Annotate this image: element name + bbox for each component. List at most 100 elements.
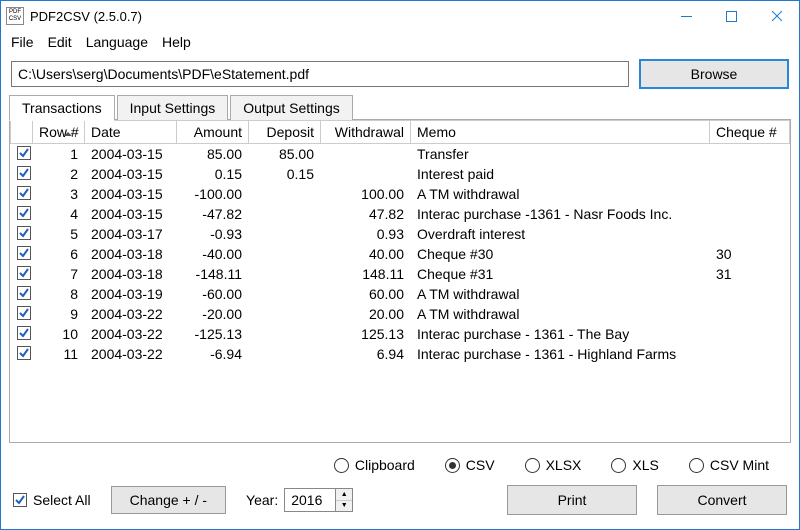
cell-deposit: 0.15: [249, 164, 321, 184]
select-all-checkbox[interactable]: Select All: [13, 492, 91, 508]
cell-withdrawal: [321, 144, 411, 165]
year-up-icon[interactable]: ▲: [336, 489, 352, 501]
cell-cheque: [710, 344, 790, 364]
row-checkbox[interactable]: [17, 266, 31, 280]
print-button[interactable]: Print: [507, 485, 637, 515]
menu-edit[interactable]: Edit: [42, 32, 78, 52]
row-checkbox[interactable]: [17, 346, 31, 360]
cell-amount: -148.11: [177, 264, 249, 284]
cell-row: 4: [33, 204, 85, 224]
cell-cheque: [710, 164, 790, 184]
row-checkbox[interactable]: [17, 186, 31, 200]
format-radio-group: Clipboard CSV XLSX XLS CSV Mint: [1, 451, 799, 477]
cell-date: 2004-03-19: [85, 284, 177, 304]
cell-amount: 85.00: [177, 144, 249, 165]
cell-deposit: [249, 344, 321, 364]
cell-memo: A TM withdrawal: [411, 304, 710, 324]
row-checkbox[interactable]: [17, 146, 31, 160]
col-amount[interactable]: Amount: [177, 121, 249, 144]
cell-cheque: [710, 224, 790, 244]
col-memo[interactable]: Memo: [411, 121, 710, 144]
tab-input-settings[interactable]: Input Settings: [117, 95, 229, 120]
table-row[interactable]: 92004-03-22-20.0020.00A TM withdrawal: [11, 304, 790, 324]
table-row[interactable]: 102004-03-22-125.13125.13Interac purchas…: [11, 324, 790, 344]
cell-memo: Overdraft interest: [411, 224, 710, 244]
menu-language[interactable]: Language: [80, 32, 154, 52]
cell-deposit: [249, 204, 321, 224]
cell-row: 1: [33, 144, 85, 165]
cell-deposit: 85.00: [249, 144, 321, 165]
file-path-input[interactable]: [11, 61, 629, 87]
col-cheque[interactable]: Cheque #: [710, 121, 790, 144]
convert-button[interactable]: Convert: [657, 485, 787, 515]
tab-output-settings[interactable]: Output Settings: [230, 95, 353, 120]
bottom-bar: Select All Change + / - Year: ▲ ▼ Print …: [1, 477, 799, 529]
col-check[interactable]: [11, 121, 33, 144]
cell-cheque: 30: [710, 244, 790, 264]
table-row[interactable]: 12004-03-1585.0085.00Transfer: [11, 144, 790, 165]
cell-withdrawal: 60.00: [321, 284, 411, 304]
table-row[interactable]: 32004-03-15-100.00100.00A TM withdrawal: [11, 184, 790, 204]
cell-withdrawal: 6.94: [321, 344, 411, 364]
cell-date: 2004-03-15: [85, 164, 177, 184]
cell-cheque: 31: [710, 264, 790, 284]
row-checkbox[interactable]: [17, 286, 31, 300]
radio-clipboard[interactable]: Clipboard: [334, 457, 415, 473]
browse-button[interactable]: Browse: [639, 59, 789, 89]
minimize-button[interactable]: [664, 1, 709, 31]
table-row[interactable]: 52004-03-17-0.930.93Overdraft interest: [11, 224, 790, 244]
cell-amount: -100.00: [177, 184, 249, 204]
maximize-button[interactable]: [709, 1, 754, 31]
col-deposit[interactable]: Deposit: [249, 121, 321, 144]
cell-date: 2004-03-15: [85, 184, 177, 204]
row-checkbox[interactable]: [17, 306, 31, 320]
radio-xlsx[interactable]: XLSX: [525, 457, 582, 473]
radio-xls[interactable]: XLS: [611, 457, 658, 473]
tab-transactions[interactable]: Transactions: [9, 95, 115, 121]
table-row[interactable]: 82004-03-19-60.0060.00A TM withdrawal: [11, 284, 790, 304]
row-checkbox[interactable]: [17, 246, 31, 260]
menu-help[interactable]: Help: [156, 32, 197, 52]
table-row[interactable]: 42004-03-15-47.8247.82Interac purchase -…: [11, 204, 790, 224]
row-checkbox[interactable]: [17, 166, 31, 180]
year-spinner[interactable]: ▲ ▼: [284, 488, 353, 512]
col-withdrawal[interactable]: Withdrawal: [321, 121, 411, 144]
change-sign-button[interactable]: Change + / -: [111, 486, 226, 514]
window-title: PDF2CSV (2.5.0.7): [30, 9, 142, 24]
year-input[interactable]: [285, 489, 335, 511]
cell-date: 2004-03-15: [85, 204, 177, 224]
cell-withdrawal: 125.13: [321, 324, 411, 344]
cell-amount: -60.00: [177, 284, 249, 304]
cell-amount: -0.93: [177, 224, 249, 244]
menubar: File Edit Language Help: [1, 31, 799, 53]
table-row[interactable]: 22004-03-150.150.15Interest paid: [11, 164, 790, 184]
table-row[interactable]: 72004-03-18-148.11148.11Cheque #3131: [11, 264, 790, 284]
radio-csvmint[interactable]: CSV Mint: [689, 457, 769, 473]
cell-cheque: [710, 204, 790, 224]
cell-date: 2004-03-22: [85, 344, 177, 364]
radio-csv[interactable]: CSV: [445, 457, 495, 473]
menu-file[interactable]: File: [5, 32, 40, 52]
cell-withdrawal: 100.00: [321, 184, 411, 204]
year-down-icon[interactable]: ▼: [336, 501, 352, 512]
cell-date: 2004-03-22: [85, 304, 177, 324]
col-row[interactable]: Row #: [33, 121, 85, 144]
row-checkbox[interactable]: [17, 206, 31, 220]
row-checkbox[interactable]: [17, 226, 31, 240]
cell-amount: -20.00: [177, 304, 249, 324]
cell-row: 5: [33, 224, 85, 244]
cell-memo: Interac purchase -1361 - Nasr Foods Inc.: [411, 204, 710, 224]
cell-withdrawal: 40.00: [321, 244, 411, 264]
cell-date: 2004-03-22: [85, 324, 177, 344]
year-label: Year:: [246, 492, 278, 508]
close-button[interactable]: [754, 1, 799, 31]
cell-row: 2: [33, 164, 85, 184]
table-row[interactable]: 62004-03-18-40.0040.00Cheque #3030: [11, 244, 790, 264]
tab-strip: Transactions Input Settings Output Setti…: [1, 95, 799, 120]
col-date[interactable]: Date: [85, 121, 177, 144]
file-row: Browse: [1, 53, 799, 95]
table-row[interactable]: 112004-03-22-6.946.94Interac purchase - …: [11, 344, 790, 364]
row-checkbox[interactable]: [17, 326, 31, 340]
cell-memo: Interac purchase - 1361 - Highland Farms: [411, 344, 710, 364]
cell-deposit: [249, 244, 321, 264]
